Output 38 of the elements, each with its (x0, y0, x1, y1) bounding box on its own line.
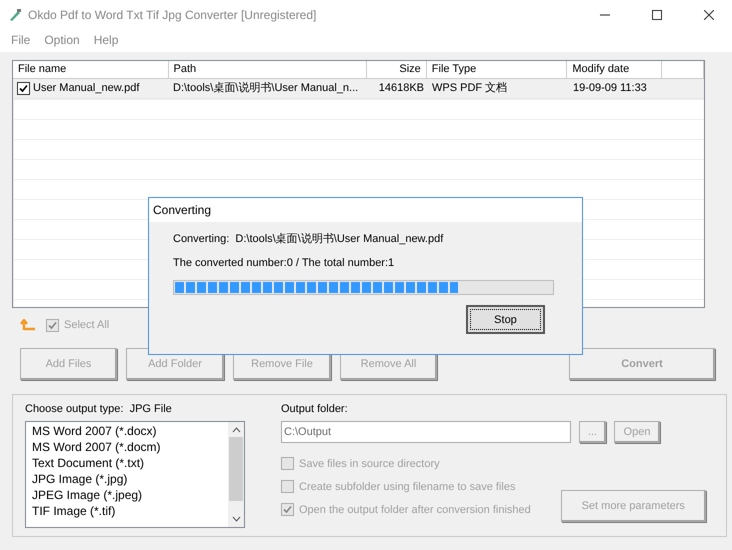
scroll-down-icon[interactable] (232, 516, 240, 522)
menu-item[interactable]: Option (37, 30, 87, 52)
column-header[interactable]: Path (168, 61, 367, 78)
list-item[interactable]: JPG Image (*.jpg) (32, 471, 228, 487)
column-header[interactable]: File Type (426, 61, 568, 78)
table-cell-text: User Manual_new.pdf (33, 81, 140, 96)
select-all-label: Select All (64, 319, 110, 331)
option-label: Open the output folder after conversion finished (299, 504, 531, 516)
menu-item[interactable]: Help (86, 30, 126, 52)
table-cell-text: WPS PDF 文档 (432, 80, 508, 96)
list-item[interactable]: JPEG Image (*.jpeg) (32, 487, 228, 503)
option-label: Save files in source directory (299, 458, 440, 470)
scroll-thumb[interactable] (229, 437, 243, 501)
column-header[interactable]: Modify date (567, 61, 662, 78)
list-item[interactable]: MS Word 2007 (*.docx) (32, 423, 228, 439)
converting-file-text: Converting: D:\tools\桌面\说明书\User Manual_new.pdf (173, 232, 444, 246)
list-item[interactable]: TIF Image (*.tif) (32, 503, 228, 519)
stop-button[interactable]: Stop (466, 305, 545, 334)
table-cell-text: D:\tools\桌面\说明书\User Manual_n... (173, 80, 358, 96)
output-type-list[interactable]: MS Word 2007 (*.docx) MS Word 2007 (*.docm) Text Document (*.txt) JPG Image (*.jpg) JPEG Image (*.jpeg) TIF Image (*.tif) (25, 421, 245, 528)
close-icon[interactable] (704, 10, 714, 20)
scroll-up-icon[interactable] (232, 427, 240, 433)
table-cell-text: 19-09-09 11:33 (573, 81, 647, 96)
menu-item[interactable]: File (4, 30, 38, 52)
app-icon (8, 8, 22, 22)
list-item[interactable]: MS Word 2007 (*.docm) (32, 439, 228, 455)
maximize-icon[interactable] (652, 10, 662, 20)
window-title: Okdo Pdf to Word Txt Tif Jpg Converter [Unregistered] (28, 8, 318, 22)
output-type-label: Choose output type: JPG File (25, 403, 173, 415)
checkbox[interactable] (17, 82, 30, 95)
table-cell-text: 14618KB (378, 81, 424, 96)
column-header[interactable]: Size (366, 61, 427, 78)
list-item[interactable]: Text Document (*.txt) (32, 455, 228, 471)
count-text: The converted number:0 / The total number:1 (173, 257, 396, 269)
option-label: Create subfolder using filename to save files (299, 480, 516, 492)
column-header[interactable]: File name (13, 61, 169, 78)
dialog-title: Converting (149, 198, 582, 222)
output-folder-label: Output folder: (281, 403, 349, 415)
